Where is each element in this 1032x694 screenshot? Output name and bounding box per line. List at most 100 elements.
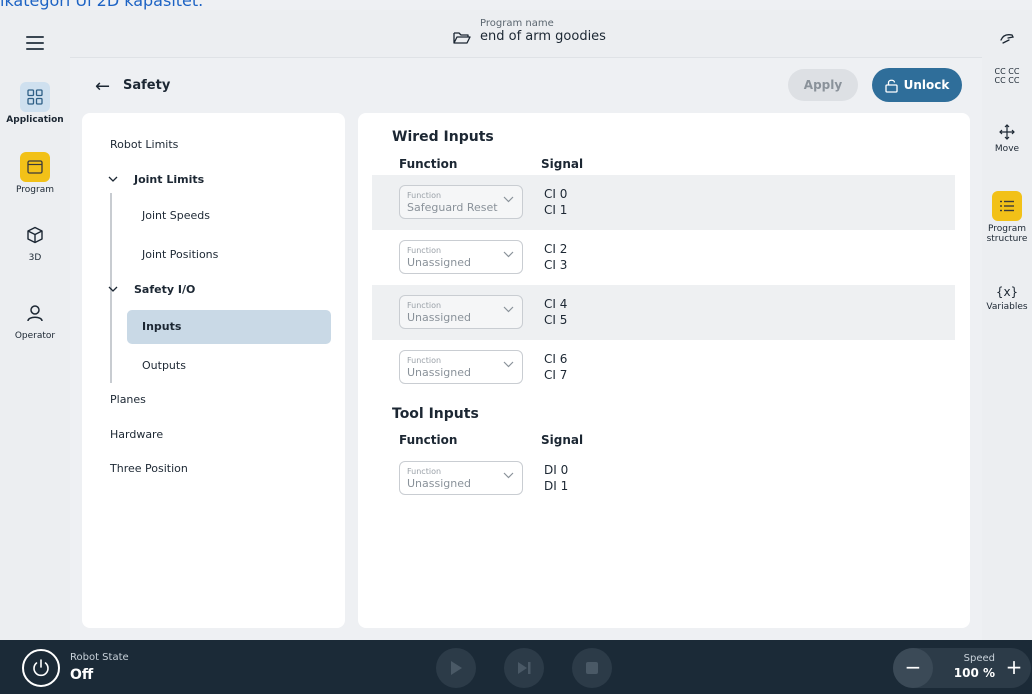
function-select-label: Function bbox=[407, 301, 442, 310]
bottom-bar: Robot State Off − Speed 100 % + bbox=[0, 640, 1032, 694]
nav-inputs[interactable]: Inputs bbox=[142, 320, 181, 333]
hand-gesture-icon bbox=[982, 32, 1032, 52]
function-select-label: Function bbox=[407, 356, 442, 365]
function-select[interactable]: Function Unassigned bbox=[399, 240, 523, 274]
program-name-area[interactable]: Program name end of arm goodies bbox=[453, 18, 606, 44]
function-select-label: Function bbox=[407, 467, 442, 476]
program-name-value: end of arm goodies bbox=[480, 29, 606, 44]
tool-input-row: Function Unassigned DI 0 DI 1 bbox=[372, 451, 955, 506]
rail-program-button[interactable]: Program bbox=[0, 152, 70, 195]
function-select[interactable]: Function Unassigned bbox=[399, 461, 523, 495]
wired-input-row: Function Unassigned CI 6 CI 7 bbox=[372, 340, 955, 395]
program-name-label: Program name bbox=[480, 18, 554, 29]
rail-application-label: Application bbox=[6, 115, 64, 125]
function-select-label: Function bbox=[407, 191, 442, 200]
wired-input-row: Function Unassigned CI 4 CI 5 bbox=[372, 285, 955, 340]
signal-cell: CI 2 CI 3 bbox=[544, 242, 568, 272]
rail-program-label: Program bbox=[16, 185, 54, 195]
function-select-value: Unassigned bbox=[407, 311, 471, 324]
grid-icon bbox=[20, 82, 50, 112]
speed-control: − Speed 100 % + bbox=[893, 648, 1031, 688]
right-rail: CC CC CC CC Move Program structure {x} V… bbox=[982, 10, 1032, 640]
gesture-button[interactable] bbox=[982, 32, 1032, 52]
tool-inputs-title: Tool Inputs bbox=[392, 406, 479, 422]
nav-joint-speeds[interactable]: Joint Speeds bbox=[142, 209, 210, 222]
rail-operator-label: Operator bbox=[14, 331, 56, 341]
step-button[interactable] bbox=[504, 648, 544, 688]
folder-open-icon bbox=[453, 32, 471, 44]
speed-value: 100 % bbox=[953, 666, 995, 680]
function-select-value: Unassigned bbox=[407, 366, 471, 379]
signal-cell: CI 0 CI 1 bbox=[544, 187, 568, 217]
chevron-down-icon bbox=[503, 361, 514, 368]
nav-hardware[interactable]: Hardware bbox=[110, 428, 163, 441]
program-window-icon bbox=[20, 152, 50, 182]
nav-safety-io[interactable]: Safety I/O bbox=[134, 283, 195, 296]
function-select[interactable]: Function Unassigned bbox=[399, 295, 523, 329]
chevron-down-icon bbox=[503, 306, 514, 313]
nav-joint-positions[interactable]: Joint Positions bbox=[142, 248, 218, 261]
chevron-down-icon[interactable] bbox=[108, 286, 118, 293]
rail-3d-button[interactable]: 3D bbox=[0, 220, 70, 263]
list-icon bbox=[992, 191, 1022, 221]
play-icon bbox=[451, 661, 462, 675]
play-button[interactable] bbox=[436, 648, 476, 688]
function-select-value: Unassigned bbox=[407, 256, 471, 269]
robot-state-label: Robot State bbox=[70, 652, 129, 663]
speed-increase-button[interactable]: + bbox=[997, 648, 1031, 688]
header-bar: Program name end of arm goodies bbox=[70, 10, 982, 58]
unlock-label: Unlock bbox=[903, 78, 950, 92]
rail-3d-label: 3D bbox=[28, 253, 42, 263]
step-forward-icon bbox=[518, 662, 531, 674]
signal-cell: DI 0 DI 1 bbox=[544, 463, 569, 493]
move-label: Move bbox=[994, 144, 1020, 154]
move-arrows-icon bbox=[982, 124, 1032, 144]
nav-planes[interactable]: Planes bbox=[110, 393, 146, 406]
variables-label: Variables bbox=[986, 302, 1028, 312]
nav-robot-limits[interactable]: Robot Limits bbox=[110, 138, 178, 151]
speed-decrease-button[interactable]: − bbox=[893, 648, 933, 688]
power-icon bbox=[33, 659, 49, 677]
back-arrow-icon[interactable]: ← bbox=[95, 76, 110, 97]
nav-three-position[interactable]: Three Position bbox=[110, 462, 188, 475]
program-structure-label: Program structure bbox=[986, 224, 1028, 244]
function-select-value: Unassigned bbox=[407, 477, 471, 490]
apply-button[interactable]: Apply bbox=[788, 69, 858, 101]
rail-application-button[interactable]: Application bbox=[0, 82, 70, 125]
variables-button[interactable]: {x} Variables bbox=[982, 282, 1032, 312]
program-structure-button[interactable]: Program structure bbox=[982, 191, 1032, 244]
wired-input-row: Function Safeguard Reset CI 0 CI 1 bbox=[372, 175, 955, 230]
power-button[interactable] bbox=[22, 649, 60, 687]
rail-operator-button[interactable]: Operator bbox=[0, 298, 70, 341]
robot-state-value: Off bbox=[70, 667, 94, 683]
inputs-content-panel: Wired Inputs Function Signal Function Sa… bbox=[358, 113, 970, 628]
menu-icon[interactable] bbox=[26, 36, 44, 50]
nav-joint-limits[interactable]: Joint Limits bbox=[134, 173, 204, 186]
function-select[interactable]: Function Unassigned bbox=[399, 350, 523, 384]
chevron-down-icon bbox=[503, 472, 514, 479]
tool-function-header: Function bbox=[399, 433, 458, 447]
nav-outputs[interactable]: Outputs bbox=[142, 359, 186, 372]
wired-input-row: Function Unassigned CI 2 CI 3 bbox=[372, 230, 955, 285]
signal-cell: CI 4 CI 5 bbox=[544, 297, 568, 327]
cube-icon bbox=[20, 220, 50, 250]
chevron-down-icon bbox=[503, 251, 514, 258]
safety-nav-panel: Robot Limits Joint Limits Joint Speeds J… bbox=[82, 113, 345, 628]
wired-inputs-title: Wired Inputs bbox=[392, 129, 494, 145]
cc-indicator: CC CC CC CC bbox=[994, 67, 1020, 85]
chevron-down-icon bbox=[503, 196, 514, 203]
nav-tree-line bbox=[110, 303, 112, 383]
function-select[interactable]: Function Safeguard Reset bbox=[399, 185, 523, 219]
person-icon bbox=[20, 298, 50, 328]
signal-cell: CI 6 CI 7 bbox=[544, 352, 568, 382]
tool-signal-header: Signal bbox=[541, 433, 584, 447]
move-button[interactable]: Move bbox=[982, 124, 1032, 154]
stop-button[interactable] bbox=[572, 648, 612, 688]
speed-label: Speed bbox=[963, 653, 995, 664]
variables-icon: {x} bbox=[995, 285, 1019, 299]
chevron-down-icon[interactable] bbox=[108, 176, 118, 183]
unlock-button[interactable]: Unlock bbox=[872, 68, 962, 102]
wired-signal-header: Signal bbox=[541, 157, 584, 171]
function-select-label: Function bbox=[407, 246, 442, 255]
wired-function-header: Function bbox=[399, 157, 458, 171]
